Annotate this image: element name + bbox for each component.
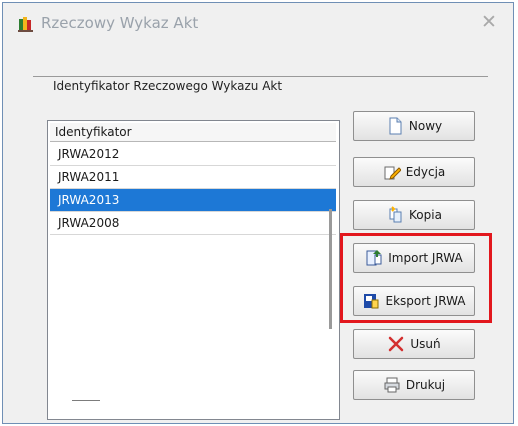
books-icon (17, 15, 35, 33)
highlight-box (340, 233, 492, 323)
copy-label: Kopia (409, 208, 442, 222)
edit-pencil-icon (383, 163, 402, 181)
group-label: Identyfikator Rzeczowego Wykazu Akt (53, 79, 283, 93)
group-divider (33, 76, 488, 77)
new-label: Nowy (408, 119, 443, 133)
horizontal-scrollbar[interactable] (72, 400, 100, 401)
copy-icon (386, 206, 404, 224)
new-button[interactable]: Nowy (353, 111, 475, 141)
delete-x-icon (387, 335, 405, 353)
close-icon[interactable]: ✕ (479, 12, 499, 32)
edit-label: Edycja (405, 165, 446, 179)
print-button[interactable]: Drukuj (353, 370, 475, 400)
new-document-icon (386, 117, 404, 135)
list-item[interactable]: JRWA2011 (50, 166, 336, 189)
list-item-selected[interactable]: JRWA2013 (50, 189, 336, 212)
dialog-window: Rzeczowy Wykaz Akt ✕ Identyfikator Rzecz… (2, 2, 514, 424)
list-item[interactable]: JRWA2008 (50, 212, 336, 235)
edit-button[interactable]: Edycja (353, 157, 475, 187)
list-header[interactable]: Identyfikator (50, 123, 336, 142)
delete-button[interactable]: Usuń (353, 329, 475, 359)
vertical-scrollbar[interactable] (329, 209, 332, 329)
window-title: Rzeczowy Wykaz Akt (41, 14, 199, 32)
delete-label: Usuń (410, 337, 441, 351)
list-item[interactable]: JRWA2012 (50, 143, 336, 166)
printer-icon (383, 376, 401, 394)
copy-button[interactable]: Kopia (353, 200, 475, 230)
identifier-list[interactable]: Identyfikator JRWA2012 JRWA2011 JRWA2013… (47, 120, 340, 420)
print-label: Drukuj (405, 378, 446, 392)
title-bar[interactable]: Rzeczowy Wykaz Akt ✕ (3, 3, 513, 43)
